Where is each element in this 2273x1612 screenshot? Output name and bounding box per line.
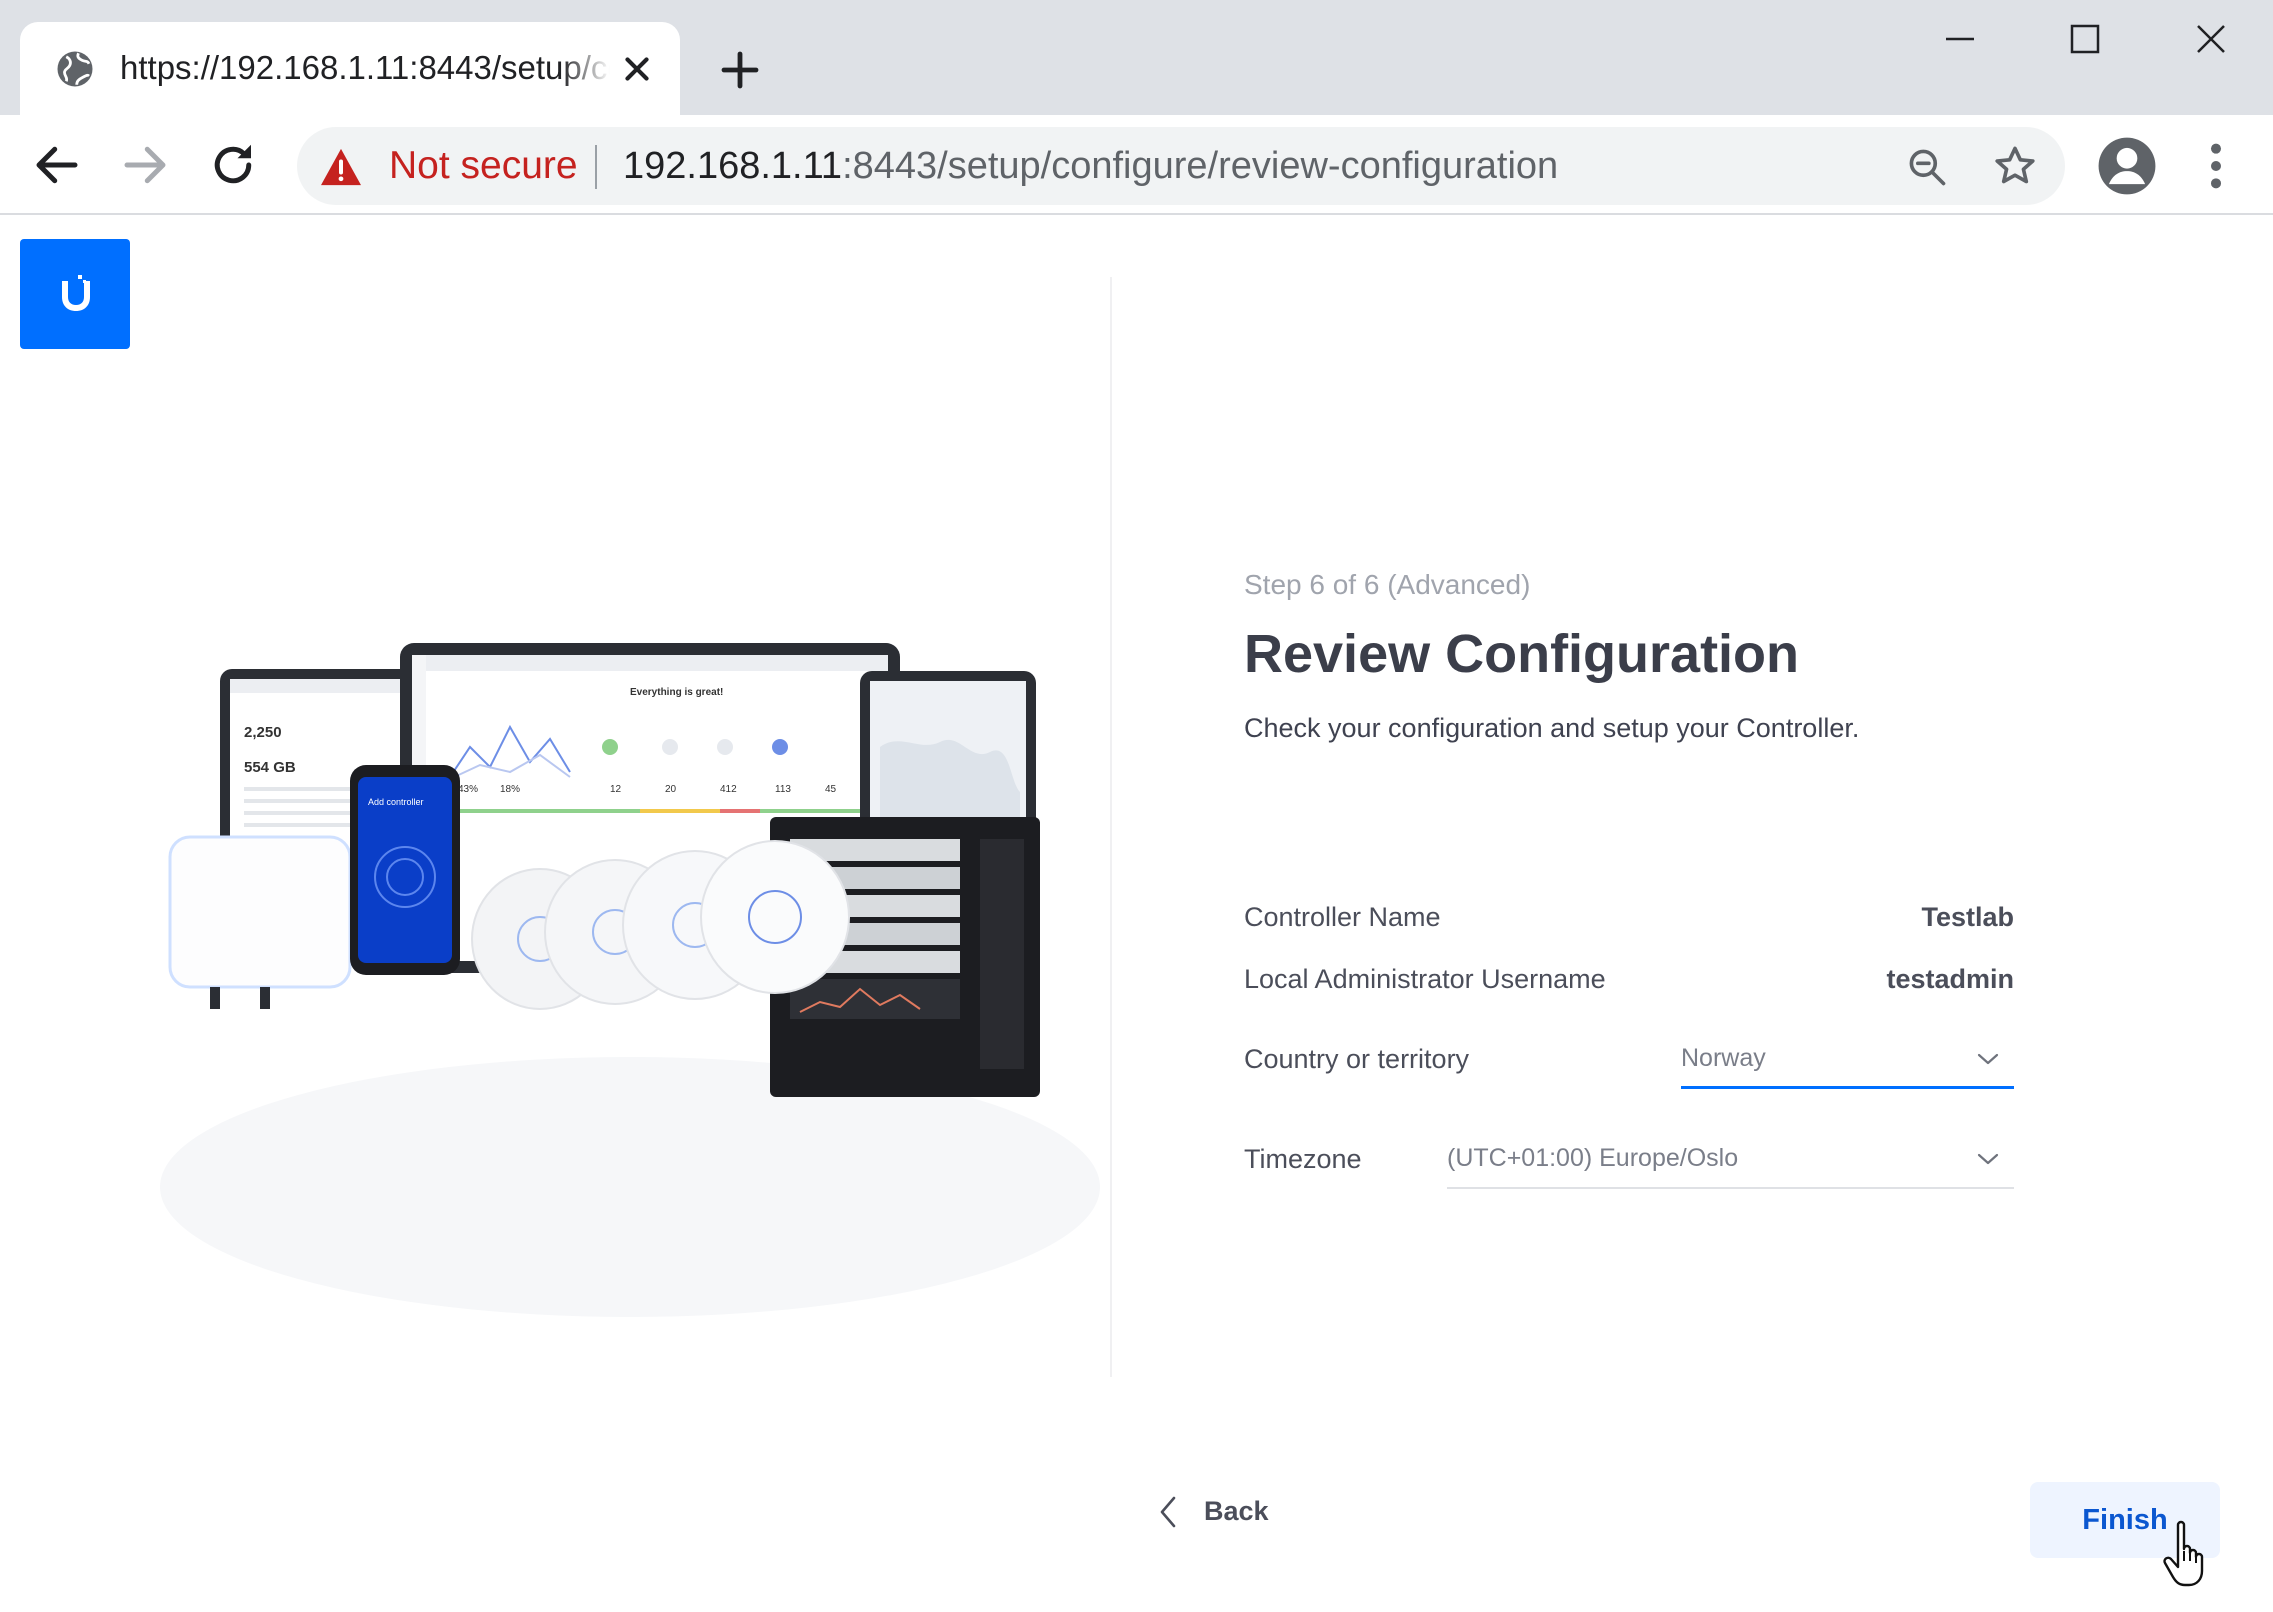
maximize-icon[interactable]: [2050, 14, 2120, 64]
minimize-icon[interactable]: [1925, 14, 1995, 64]
country-row: Country or territory Norway: [1244, 1039, 2014, 1089]
ubiquiti-logo: [20, 239, 130, 349]
hero-metric-5: 45: [825, 784, 837, 795]
setup-page: 2,250 554 GB Everything is great! 43% 18…: [0, 217, 2273, 1612]
panel-divider: [1110, 277, 1112, 1377]
back-arrow-icon[interactable]: [30, 138, 84, 192]
globe-icon: [57, 51, 93, 87]
country-select[interactable]: Norway: [1681, 1031, 2014, 1089]
hero-pct-2: 18%: [500, 784, 520, 795]
url-host: 192.168.1.11: [623, 145, 843, 187]
controller-name-value: Testlab: [1921, 902, 2014, 932]
timezone-select-value: (UTC+01:00) Europe/Oslo: [1447, 1144, 1739, 1172]
hero-stat-1: 2,250: [244, 724, 282, 741]
admin-username-label: Local Administrator Username: [1244, 964, 1606, 994]
bookmark-star-icon[interactable]: [1992, 143, 2038, 189]
step-indicator: Step 6 of 6 (Advanced): [1244, 569, 1531, 600]
browser-toolbar: Not secure 192.168.1.11:8443/setup/confi…: [0, 115, 2273, 215]
country-select-value: Norway: [1681, 1044, 1766, 1072]
chevron-down-icon: [1977, 1053, 1999, 1065]
url-text[interactable]: 192.168.1.11:8443/setup/configure/review…: [623, 143, 1558, 189]
finish-button-label: Finish: [2082, 1504, 2168, 1536]
timezone-label: Timezone: [1244, 1144, 1362, 1174]
tab-title: https://192.168.1.11:8443/setup/configur…: [120, 49, 610, 86]
warning-icon: [321, 148, 361, 186]
admin-username-row: Local Administrator Username testadmin: [1244, 959, 2014, 999]
window-close-icon[interactable]: [2176, 14, 2246, 64]
chevron-down-icon: [1977, 1153, 1999, 1165]
chevron-left-icon: [1160, 1496, 1176, 1528]
hero-metric-4: 113: [775, 784, 791, 795]
hero-metric-1: 12: [610, 784, 622, 795]
review-panel: Step 6 of 6 (Advanced) Review Configurat…: [1244, 567, 2014, 1189]
hero-metric-2: 20: [665, 784, 677, 795]
url-path: :8443/setup/configure/review-configurati…: [842, 145, 1559, 187]
profile-avatar-icon[interactable]: [2096, 135, 2158, 197]
back-button[interactable]: Back: [1150, 1481, 1290, 1539]
kebab-menu-icon[interactable]: [2196, 139, 2236, 193]
reload-icon[interactable]: [206, 138, 260, 192]
ubiquiti-u-icon: [62, 275, 90, 311]
hero-status: Everything is great!: [630, 687, 723, 698]
admin-username-value: testadmin: [1886, 964, 2014, 994]
country-label: Country or territory: [1244, 1044, 1470, 1074]
security-label[interactable]: Not secure: [389, 143, 578, 189]
timezone-select[interactable]: (UTC+01:00) Europe/Oslo: [1447, 1131, 2014, 1189]
hero-stat-2: 554 GB: [244, 759, 296, 776]
new-tab-icon[interactable]: [716, 46, 764, 94]
forward-arrow-icon[interactable]: [118, 138, 172, 192]
omnibox-divider: [595, 145, 597, 189]
back-button-label: Back: [1204, 1496, 1269, 1526]
controller-name-row: Controller Name Testlab: [1244, 897, 2014, 937]
product-hero-image: 2,250 554 GB Everything is great! 43% 18…: [160, 643, 1100, 1317]
zoom-icon[interactable]: [1905, 145, 1949, 189]
page-title: Review Configuration: [1244, 624, 1800, 684]
page-subtitle: Check your configuration and setup your …: [1244, 713, 1860, 743]
hero-metric-3: 412: [720, 784, 737, 795]
address-bar[interactable]: Not secure 192.168.1.11:8443/setup/confi…: [297, 127, 2065, 205]
hero-add-controller: Add controller: [368, 797, 424, 807]
finish-button[interactable]: Finish: [2030, 1482, 2220, 1558]
hero-pct-1: 43%: [458, 784, 478, 795]
browser-titlebar: https://192.168.1.11:8443/setup/configur…: [0, 0, 2273, 115]
tab-close-icon[interactable]: [618, 50, 656, 88]
timezone-row: Timezone (UTC+01:00) Europe/Oslo: [1244, 1139, 2014, 1189]
browser-tab[interactable]: https://192.168.1.11:8443/setup/configur…: [20, 22, 680, 115]
controller-name-label: Controller Name: [1244, 902, 1441, 932]
